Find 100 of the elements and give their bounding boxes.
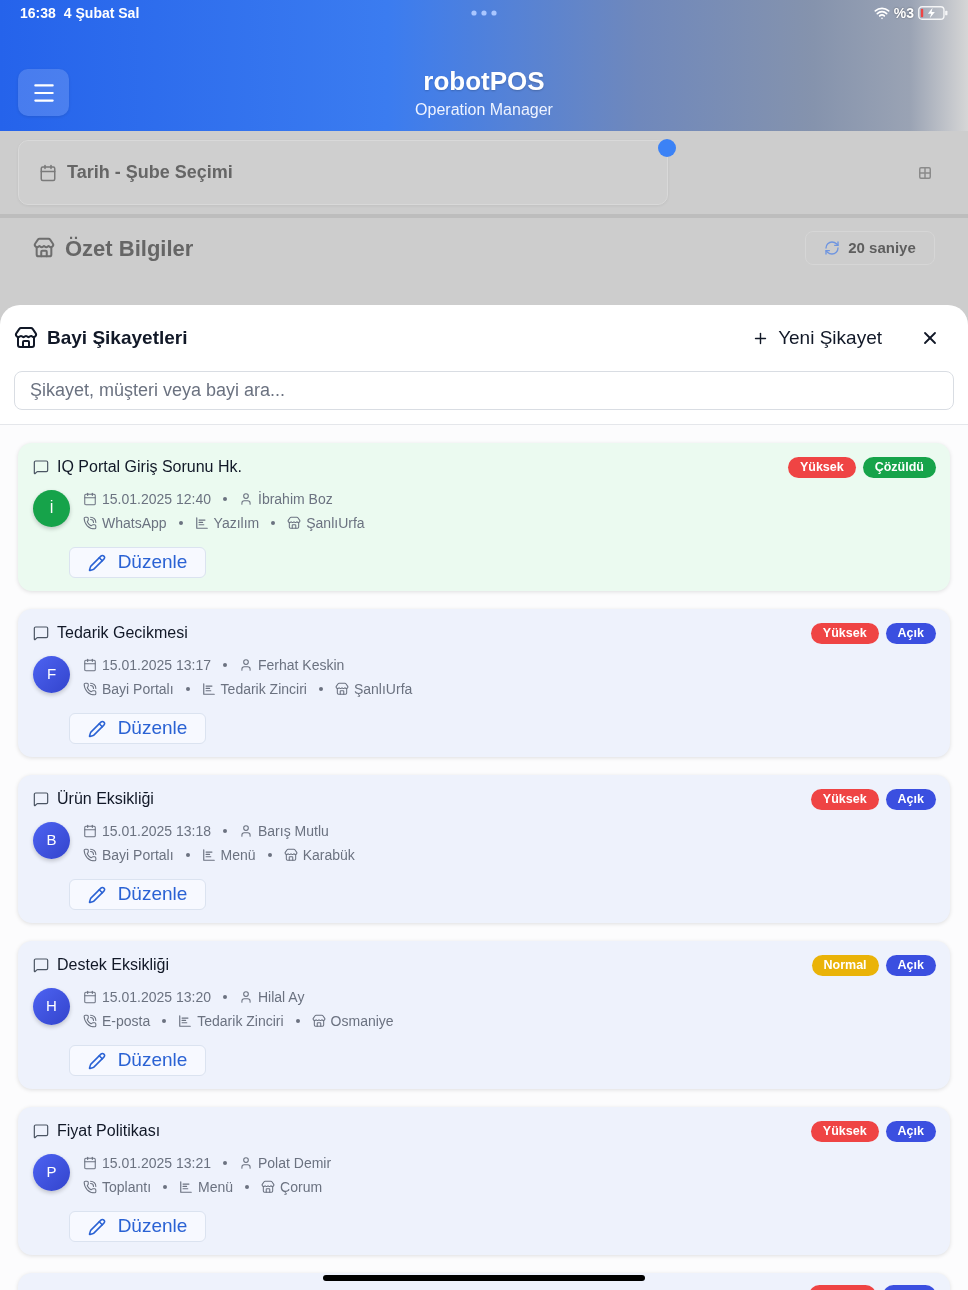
message-icon [33, 459, 49, 475]
bullet-icon [178, 521, 183, 525]
store-icon [14, 326, 38, 350]
calendar-icon [83, 658, 97, 672]
contact-channel: E-posta [102, 1011, 151, 1031]
bullet-icon [185, 853, 190, 857]
complaint-category: Tedarik Zinciri [220, 679, 307, 699]
store-icon [283, 848, 298, 862]
complaint-category: Menü [198, 1177, 234, 1197]
chart-icon [178, 1014, 193, 1028]
calendar-icon [83, 492, 97, 506]
wifi-icon [873, 5, 890, 21]
complaint-category: Menü [220, 845, 256, 865]
contact-channel: Bayi Portalı [102, 679, 174, 699]
menu-button[interactable] [18, 69, 69, 116]
pencil-icon [87, 1217, 106, 1236]
bullet-icon [318, 687, 323, 691]
priority-badge: Yüksek [787, 456, 856, 478]
edit-button[interactable]: Düzenle [69, 547, 206, 578]
bullet-icon [223, 995, 227, 999]
chart-icon [179, 1180, 194, 1194]
bullet-icon [223, 497, 227, 501]
status-badge: Çözüldü [862, 456, 936, 478]
bullet-icon [295, 1019, 300, 1023]
store-icon [33, 237, 55, 259]
store-icon [334, 682, 349, 696]
calendar-icon [83, 1156, 97, 1170]
complaint-date: 15.01.2025 12:40 [102, 489, 211, 509]
bullet-icon [162, 1019, 167, 1023]
contact-channel: WhatsApp [102, 513, 167, 533]
filter-label: Tarih - Şube Seçimi [67, 161, 233, 184]
phone-icon [83, 848, 97, 862]
sheet-title: Bayi Şikayetleri [47, 325, 188, 350]
complaint-date: 15.01.2025 13:21 [102, 1153, 211, 1173]
phone-icon [83, 516, 97, 530]
customer-name: İbrahim Boz [258, 489, 333, 509]
grid-icon [918, 165, 932, 180]
contact-channel: Toplantı [102, 1177, 152, 1197]
customer-name: Ferhat Keskin [258, 655, 345, 675]
bullet-icon [185, 687, 190, 691]
bullet-icon [245, 1185, 250, 1189]
user-icon [239, 990, 253, 1004]
priority-badge: Yüksek [810, 622, 879, 644]
store-icon [261, 1180, 276, 1194]
calendar-icon [83, 824, 97, 838]
search-field[interactable]: Şikayet, müşteri veya bayi ara... [14, 371, 954, 410]
new-complaint-button[interactable]: Yeni Şikayet [752, 323, 882, 353]
refresh-icon [824, 240, 841, 256]
pencil-icon [87, 885, 106, 904]
avatar: F [33, 656, 70, 693]
pencil-icon [87, 1051, 106, 1070]
calendar-icon [39, 163, 57, 182]
bullet-icon [271, 521, 276, 525]
branch-name: ŞanlıUrfa [353, 679, 413, 699]
calendar-icon [83, 990, 97, 1004]
store-icon [287, 516, 302, 530]
complaint-category: Tedarik Zinciri [197, 1011, 284, 1031]
app-title: robotPOS [423, 64, 545, 97]
edit-button[interactable]: Düzenle [69, 1045, 206, 1076]
store-icon [311, 1014, 326, 1028]
phone-icon [83, 682, 97, 696]
bullet-icon [223, 829, 227, 833]
avatar: B [33, 822, 70, 859]
avatar: P [33, 1154, 70, 1191]
chart-icon [201, 682, 216, 696]
bullet-icon [163, 1185, 168, 1189]
complaint-title: IQ Portal Giriş Sorunu Hk. [57, 457, 242, 477]
phone-icon [83, 1014, 97, 1028]
message-icon [33, 1123, 49, 1139]
branch-name: ŞanlıUrfa [306, 513, 365, 533]
more-dots-icon [471, 10, 497, 16]
message-icon [33, 957, 49, 973]
status-badge: Açık [885, 622, 936, 644]
complaint-date: 15.01.2025 13:17 [102, 655, 211, 675]
battery-charging-icon [918, 6, 948, 20]
branch-name: Çorum [280, 1177, 323, 1197]
phone-icon [83, 1180, 97, 1194]
edit-button[interactable]: Düzenle [69, 713, 206, 744]
chart-icon [194, 516, 209, 530]
complaint-title: Ürün Eksikliği [57, 789, 154, 809]
pencil-icon [87, 719, 106, 738]
section-title: Özet Bilgiler [65, 234, 194, 263]
branch-name: Osmaniye [330, 1011, 394, 1031]
complaint-title: Destek Eksikliği [57, 955, 170, 975]
bullet-icon [223, 663, 227, 667]
edit-button[interactable]: Düzenle [69, 1211, 206, 1242]
complaint-title: Fiyat Politikası [57, 1121, 161, 1141]
priority-badge: Yüksek [810, 1120, 879, 1142]
complaint-title: Tedarik Gecikmesi [57, 623, 188, 643]
priority-badge: Normal [811, 954, 879, 976]
customer-name: Barış Mutlu [258, 821, 329, 841]
bullet-icon [223, 1161, 227, 1165]
avatar: H [33, 988, 70, 1025]
battery-percent: %3 [893, 3, 914, 23]
edit-button[interactable]: Düzenle [69, 879, 206, 910]
user-icon [239, 492, 253, 506]
status-badge: Açık [885, 788, 936, 810]
user-icon [239, 824, 253, 838]
status-badge: Açık [885, 954, 936, 976]
app-subtitle: Operation Manager [415, 99, 553, 120]
